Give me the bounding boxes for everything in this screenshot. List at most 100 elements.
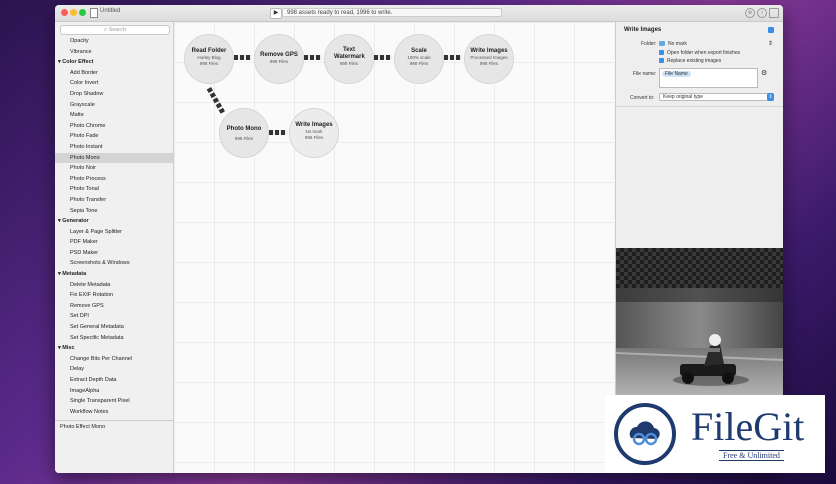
filegit-watermark: FileGit Free & Unlimited (605, 395, 825, 473)
action-item[interactable]: Photo Tonal (55, 184, 173, 195)
description-text: Photo Effect Mono (60, 424, 106, 430)
search-placeholder: Search (108, 27, 127, 33)
action-label: Layer & Page Splitter (70, 228, 122, 235)
action-item[interactable]: Screenshots & Windows (55, 258, 173, 269)
convert-value: Keep original type (663, 94, 704, 100)
node-write-images-selected[interactable]: Write Images No mark 998 Files (289, 108, 339, 158)
action-item[interactable]: Vibrance (55, 47, 173, 58)
action-label: Change Bits Per Channel (70, 355, 133, 362)
connection-link[interactable] (234, 55, 252, 60)
connection-link[interactable] (206, 87, 225, 114)
divider (616, 106, 783, 107)
window-title: Untitled (100, 8, 121, 14)
action-label: PSD Maker (70, 249, 99, 256)
action-label: Matte (70, 112, 84, 119)
settings-icon[interactable]: ⚙ (745, 8, 755, 18)
category-header[interactable]: ▾ Misc (55, 343, 173, 354)
action-item[interactable]: Photo Transfer (55, 195, 173, 206)
action-item[interactable]: Photo Noir (55, 163, 173, 174)
category-header[interactable]: ▾ Generator (55, 216, 173, 227)
action-item[interactable]: Photo Fade (55, 131, 173, 142)
action-item[interactable]: Matte (55, 110, 173, 121)
action-label: Remove GPS (70, 302, 104, 309)
action-list: Opacity Vibrance ▾ Color Effect Add Border C… (55, 36, 173, 417)
node-photo-mono[interactable]: Photo Mono 998 Files (219, 108, 269, 158)
action-item[interactable]: Sepia Tone (55, 206, 173, 217)
chevron-updown-icon[interactable]: ⇕ (768, 40, 773, 47)
action-item[interactable]: Set DPI (55, 311, 173, 322)
connection-link[interactable] (444, 55, 462, 60)
filegit-logo (614, 403, 676, 465)
image-preview (616, 248, 783, 400)
action-item[interactable]: PSD Maker (55, 248, 173, 259)
filename-label: File name: (633, 71, 657, 77)
action-label: Set Specific Metadata (70, 334, 124, 341)
action-label: ImageAlpha (70, 387, 100, 394)
brand-tagline: Free & Unlimited (719, 450, 784, 461)
action-label: Photo Chrome (70, 122, 106, 129)
open-folder-checkbox[interactable] (659, 50, 664, 55)
action-item[interactable]: Photo Chrome (55, 121, 173, 132)
replace-checkbox[interactable] (659, 58, 664, 63)
action-item[interactable]: Delete Metadata (55, 280, 173, 291)
enable-checkbox[interactable] (768, 27, 774, 33)
action-item[interactable]: Drop Shadow (55, 89, 173, 100)
search-field[interactable]: ⌕ Search (60, 25, 170, 35)
action-label: Delete Metadata (70, 281, 111, 288)
node-scale[interactable]: Scale 100% scale 998 Files (394, 34, 444, 84)
action-item[interactable]: Photo Instant (55, 142, 173, 153)
action-label: Opacity (70, 38, 89, 44)
action-item[interactable]: Opacity (55, 36, 173, 47)
minimize-window-button[interactable] (70, 9, 77, 16)
open-folder-label: Open folder when export finishes (667, 50, 741, 56)
popup-chevron-icon[interactable]: ⇕ (767, 93, 774, 101)
action-item[interactable]: Workflow Notes (55, 407, 173, 418)
action-item[interactable]: PDF Maker (55, 237, 173, 248)
node-remove-gps[interactable]: Remove GPS 998 Files (254, 34, 304, 84)
action-label: Color Invert (70, 80, 99, 87)
action-item[interactable]: Change Bits Per Channel (55, 354, 173, 365)
brand-name: FileGit (691, 404, 805, 449)
node-write-images[interactable]: Write Images Processed Images 998 Files (464, 34, 514, 84)
action-item[interactable]: Set Specific Metadata (55, 333, 173, 344)
action-label: Grayscale (70, 101, 95, 108)
action-label: Set General Metadata (70, 324, 124, 331)
node-read-folder[interactable]: Read Folder Hurley Blog 998 Files (184, 34, 234, 84)
action-item[interactable]: Extract Depth Data (55, 375, 173, 386)
action-item[interactable]: Single Transparent Pixel (55, 396, 173, 407)
action-item[interactable]: Layer & Page Splitter (55, 227, 173, 238)
folder-value[interactable]: No mark (668, 41, 687, 47)
action-item[interactable]: Color Invert (55, 78, 173, 89)
action-item[interactable]: Delay (55, 364, 173, 375)
close-window-button[interactable] (61, 9, 68, 16)
zoom-window-button[interactable] (79, 9, 86, 16)
action-label: Sepia Tone (70, 207, 98, 214)
run-button[interactable]: ▶ (270, 8, 282, 19)
filename-token[interactable]: File Name (662, 71, 691, 77)
action-item[interactable]: Photo Mono (55, 152, 173, 164)
action-item[interactable]: Add Border (55, 68, 173, 79)
action-item[interactable]: Remove GPS (55, 301, 173, 312)
connection-link[interactable] (304, 55, 322, 60)
category-header[interactable]: ▾ Color Effect (55, 57, 173, 68)
gear-icon[interactable]: ⚙ (761, 69, 767, 77)
node-text-watermark[interactable]: Text Watermark 998 Files (324, 34, 374, 84)
action-label: Workflow Notes (70, 408, 109, 415)
action-item[interactable]: Photo Process (55, 174, 173, 185)
convert-popup[interactable]: Keep original type (659, 93, 774, 101)
action-label: Photo Process (70, 175, 106, 182)
info-icon[interactable]: i (757, 8, 767, 18)
action-item[interactable]: Set General Metadata (55, 322, 173, 333)
convert-label: Convert to: (630, 95, 655, 101)
connection-link[interactable] (374, 55, 392, 60)
page-icon[interactable] (769, 8, 779, 18)
action-label: Fix EXIF Rotation (70, 292, 114, 299)
workflow-canvas[interactable]: Read Folder Hurley Blog 998 Files Remove… (174, 22, 614, 473)
category-header[interactable]: ▾ Metadata (55, 269, 173, 280)
action-label: Photo Transfer (70, 196, 107, 203)
action-label: PDF Maker (70, 239, 98, 246)
action-item[interactable]: Fix EXIF Rotation (55, 290, 173, 301)
action-item[interactable]: Grayscale (55, 100, 173, 111)
action-item[interactable]: ImageAlpha (55, 386, 173, 397)
connection-link[interactable] (269, 130, 287, 135)
